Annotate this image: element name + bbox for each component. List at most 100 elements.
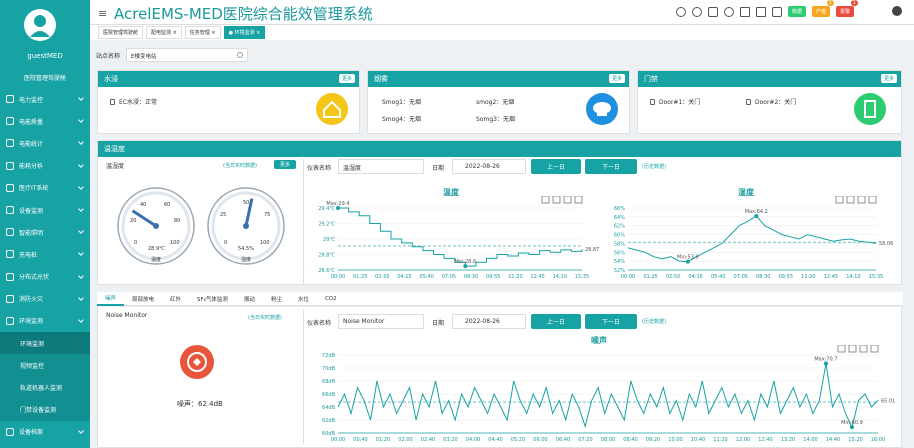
page-tab-3[interactable]: ● 环境监测 × xyxy=(223,26,266,39)
fullscreen-icon[interactable] xyxy=(739,6,750,17)
subtab-0[interactable]: 噪声 xyxy=(97,292,125,306)
sidebar-item-4[interactable]: 医疗IT系统 xyxy=(0,177,90,199)
fire-icon xyxy=(6,294,14,303)
env-icon xyxy=(6,316,14,325)
sidebar-item-1[interactable]: 电能质量 xyxy=(0,110,90,132)
x-tick: 12:45 xyxy=(824,274,838,280)
x-tick: 02:40 xyxy=(421,437,435,443)
x-tick: 00:00 xyxy=(331,274,345,280)
th-prev-day-button[interactable]: 上一日 xyxy=(531,159,581,174)
sidebar-item-6[interactable]: 智能照明 xyxy=(0,221,90,243)
x-tick: 05:40 xyxy=(420,274,434,280)
sidebar-item-9[interactable]: 消防火灾 xyxy=(0,288,90,310)
site-input[interactable]: E楼变电站 xyxy=(126,48,249,62)
th-next-day-button[interactable]: 下一日 xyxy=(585,159,637,174)
x-tick: 09:55 xyxy=(779,274,793,280)
data-button[interactable]: 数据 xyxy=(787,6,806,17)
noise-prev-day-button[interactable]: 上一日 xyxy=(531,314,581,329)
sidebar-item-3[interactable]: 能耗分析 xyxy=(0,155,90,177)
smoke-more-button[interactable]: 更多 xyxy=(608,74,625,83)
sidebar-subitem-3[interactable]: 门禁设备监测 xyxy=(0,398,90,421)
subtab-7[interactable]: CO2 xyxy=(317,294,345,304)
refresh-icon[interactable] xyxy=(723,6,734,17)
max-label: Max:64.2 xyxy=(745,209,768,215)
theme-icon[interactable] xyxy=(771,6,782,17)
restore-icon[interactable] xyxy=(574,196,583,204)
user-icon[interactable] xyxy=(892,6,902,16)
noise-history-link[interactable]: (历史数据) xyxy=(642,318,666,325)
x-tick: 00:40 xyxy=(353,437,367,443)
reset-icon[interactable] xyxy=(857,196,866,204)
last-value-label: 28.87 xyxy=(585,247,599,253)
sidebar-subitem-2[interactable]: 轨道机器人监测 xyxy=(0,376,90,399)
sidebar-subitem-1[interactable]: 视频监控 xyxy=(0,354,90,377)
output-button[interactable]: 产值 1 xyxy=(811,0,834,17)
x-tick: 01:20 xyxy=(376,437,390,443)
subtab-6[interactable]: 水位 xyxy=(290,293,317,305)
hum-tick-25: 25 xyxy=(220,212,226,218)
x-tick: 12:00 xyxy=(736,437,750,443)
noise-date-label: 日期 xyxy=(432,320,445,327)
zoom-icon[interactable] xyxy=(848,345,857,353)
door-more-button[interactable]: 更多 xyxy=(880,74,897,83)
page-tab-2[interactable]: 任务管理 × xyxy=(184,26,221,39)
th-card: 温湿度 温湿度 (当日实时数据) 更多 0 20 40 60 80 100 28… xyxy=(97,140,902,285)
x-tick: 03:20 xyxy=(443,437,457,443)
page-tab-0[interactable]: 医院管理驾驶舱 xyxy=(98,26,144,39)
th-history-link[interactable]: (历史数据) xyxy=(642,163,666,170)
th-more-button[interactable]: 更多 xyxy=(274,160,296,169)
sidebar-item-0[interactable]: 电力监控 xyxy=(0,88,90,110)
sidebar-item-7[interactable]: 充电桩 xyxy=(0,243,90,265)
sidebar-item-10[interactable]: 环境监测 xyxy=(0,310,90,332)
env-subtabs: 噪声 局部放电 红外 SF₆气体监测 振动 粉尘 水位 CO2 xyxy=(97,292,903,306)
app-title: AcrelEMS-MED医院综合能效管理系统 xyxy=(114,5,373,23)
subtab-5[interactable]: 粉尘 xyxy=(263,293,290,305)
search-icon[interactable] xyxy=(237,52,244,58)
noise-date-input[interactable]: 2022-08-26 xyxy=(452,314,526,329)
mute-icon[interactable] xyxy=(707,6,718,17)
noise-realtime-link[interactable]: (当日实时数据) xyxy=(248,314,282,321)
reset-icon[interactable] xyxy=(859,345,868,353)
alarm-button[interactable]: 报警 1 xyxy=(835,0,858,17)
sidebar-item-5[interactable]: 设备监测 xyxy=(0,199,90,221)
chevron-down-icon xyxy=(78,206,84,212)
restore-icon[interactable] xyxy=(868,196,877,204)
temp-chart: 29.4℃29.2℃29℃28.8℃28.6℃00:00 01:25 02:50 04… xyxy=(318,196,599,280)
page-tab-1[interactable]: 配电监测 × xyxy=(146,26,182,39)
download-icon[interactable] xyxy=(837,345,846,353)
smoke-item-3: Smog4：无烟 xyxy=(382,116,421,123)
restore-icon[interactable] xyxy=(870,345,879,353)
reset-icon[interactable] xyxy=(563,196,572,204)
temp-tick-20: 20 xyxy=(130,218,136,224)
subtab-2[interactable]: 红外 xyxy=(162,293,189,305)
help-icon[interactable] xyxy=(675,6,686,17)
noise-next-day-button[interactable]: 下一日 xyxy=(585,314,637,329)
search-icon[interactable] xyxy=(691,6,702,17)
smoke-detector-icon xyxy=(586,93,618,125)
zoom-icon[interactable] xyxy=(552,196,561,204)
noise-instrument-select[interactable]: Noise Monitor xyxy=(338,314,424,329)
user-avatar[interactable] xyxy=(24,9,56,41)
water-title: 水浸 xyxy=(104,75,118,83)
sidebar-item-label: 电能质量 xyxy=(19,118,44,126)
sidebar-subitem-0[interactable]: 环境监测 xyxy=(0,332,90,355)
sidebar-item-2[interactable]: 电能统计 xyxy=(0,132,90,154)
sidebar-subtitle[interactable]: 医院管理驾驶舱 xyxy=(0,73,90,82)
th-instrument-select[interactable]: 温湿度 xyxy=(338,159,424,174)
download-icon[interactable] xyxy=(541,196,550,204)
th-date-input[interactable]: 2022-08-26 xyxy=(452,159,526,174)
font-icon[interactable] xyxy=(755,6,766,17)
menu-toggle-icon[interactable]: ≡ xyxy=(98,7,107,20)
temp-label: 温度 xyxy=(151,256,161,263)
subtab-1[interactable]: 局部放电 xyxy=(124,293,162,305)
x-tick: 09:20 xyxy=(646,437,660,443)
th-realtime-link[interactable]: (当日实时数据) xyxy=(223,162,257,169)
sidebar-item-archive[interactable]: 设备档案 xyxy=(0,421,90,443)
subtab-4[interactable]: 振动 xyxy=(236,293,263,305)
subtab-3[interactable]: SF₆气体监测 xyxy=(189,293,236,305)
sidebar-item-8[interactable]: 分布式光伏 xyxy=(0,266,90,288)
zoom-icon[interactable] xyxy=(846,196,855,204)
download-icon[interactable] xyxy=(835,196,844,204)
quality-icon xyxy=(6,117,14,126)
water-more-button[interactable]: 更多 xyxy=(338,74,355,83)
